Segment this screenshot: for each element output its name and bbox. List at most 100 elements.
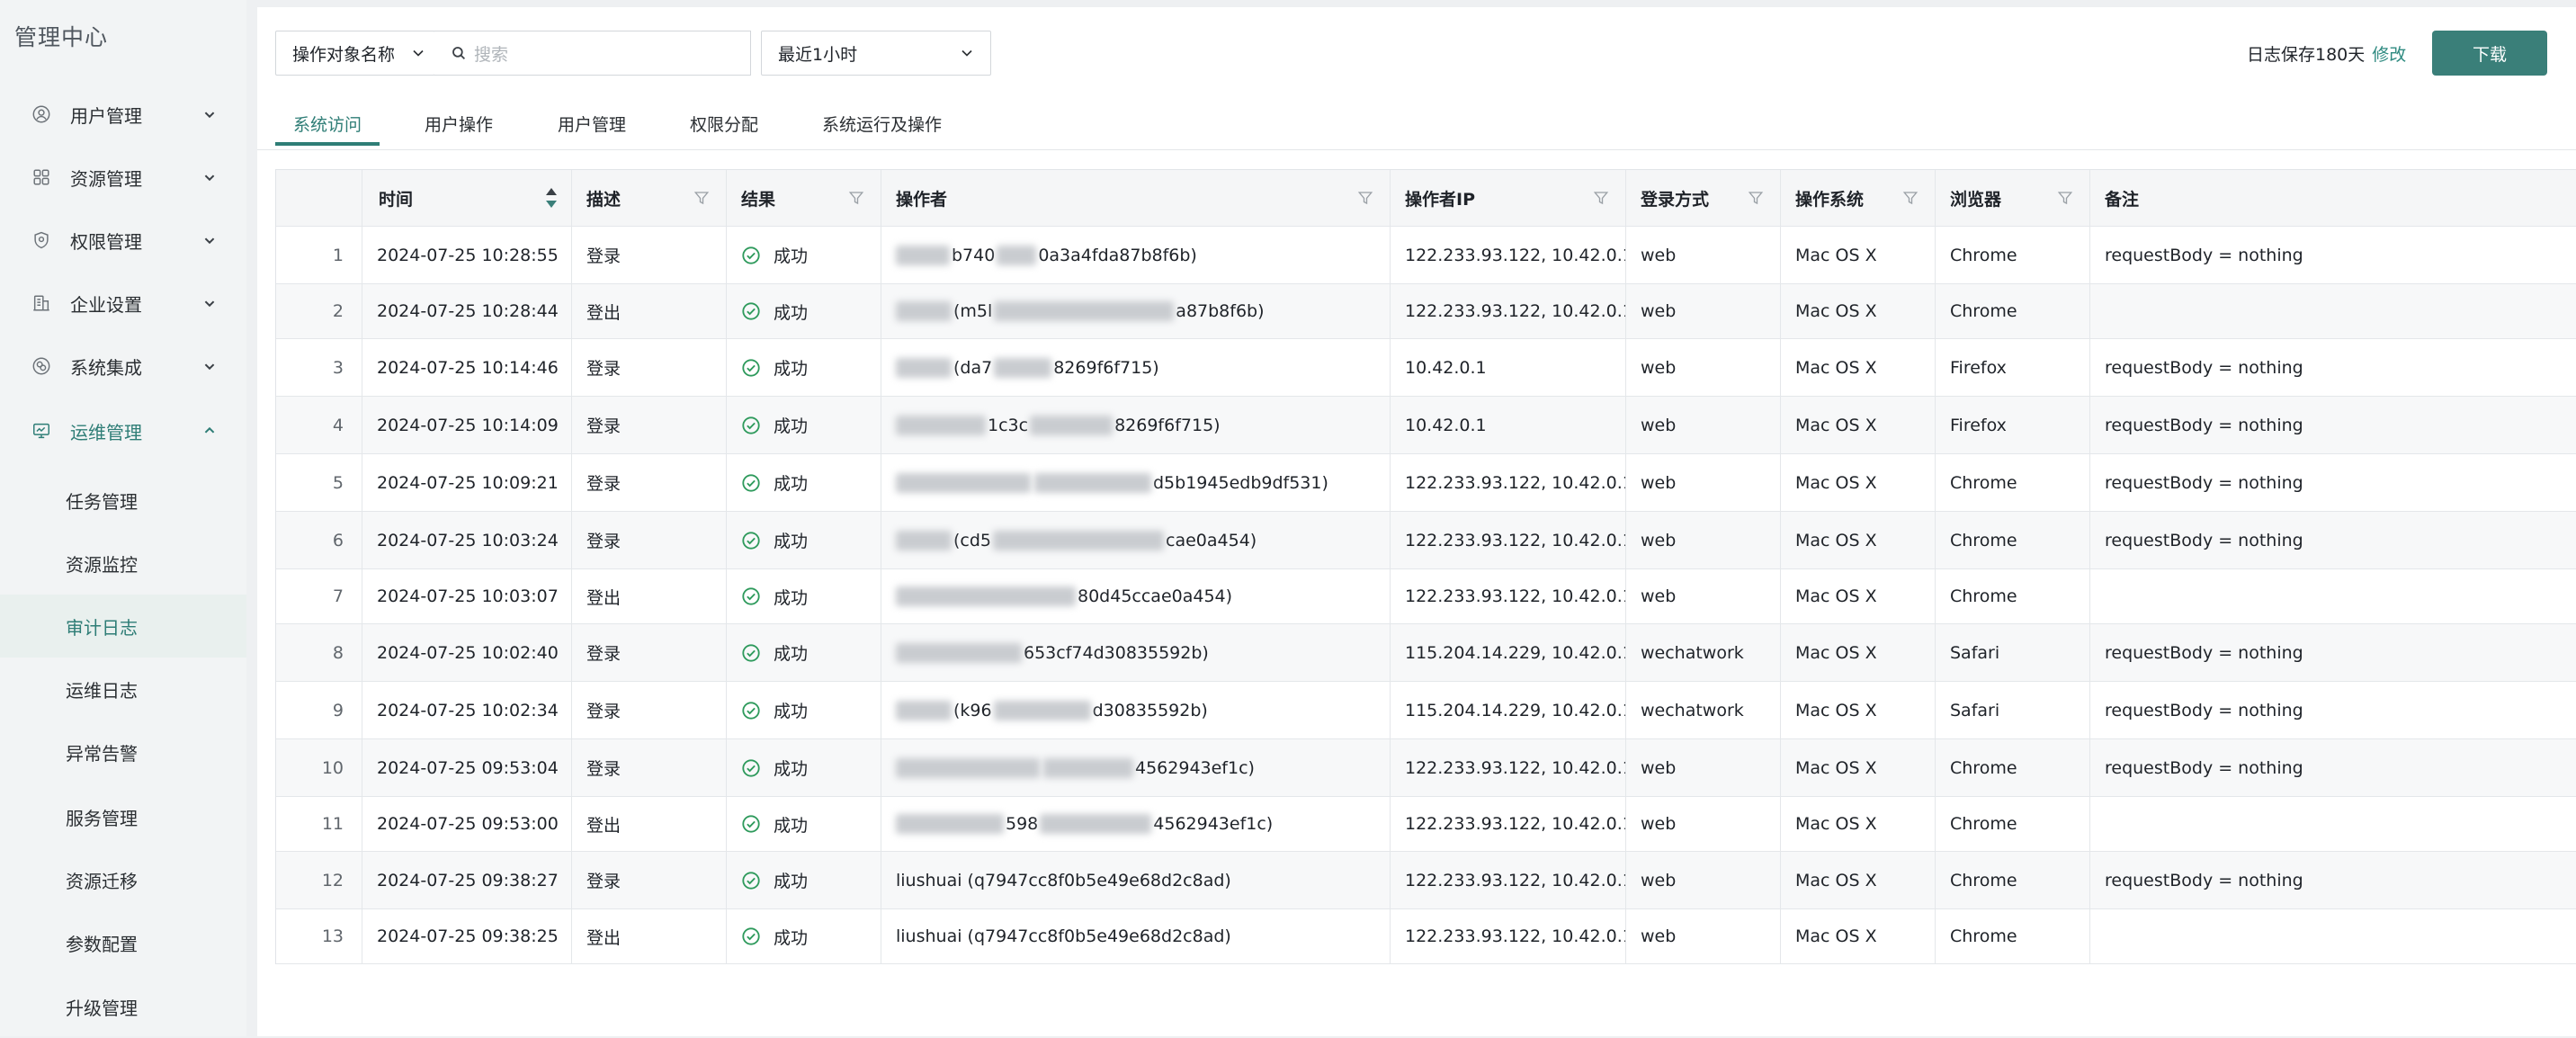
table-row[interactable]: 11 2024-07-25 09:53:00 登出 成功 598 4562943ef1c)… [276, 797, 2576, 852]
nav-sub-parameter-config[interactable]: 参数配置 [0, 911, 246, 974]
cell-operator-ip-text: 10.42.0.1 [1405, 415, 1487, 435]
nav-enterprise-settings[interactable]: 企业设置 [0, 272, 246, 335]
cell-desc-text: 登录 [586, 532, 622, 551]
cell-os-text: Mac OS X [1795, 301, 1877, 321]
cell-browser: Chrome [1936, 284, 2090, 338]
filter-icon[interactable] [1357, 190, 1373, 206]
nav-resource-management[interactable]: 资源管理 [0, 146, 246, 209]
cell-os: Mac OS X [1781, 739, 1936, 796]
retention-edit-link[interactable]: 修改 [2372, 45, 2406, 65]
nav-sub-resource-migration[interactable]: 资源迁移 [0, 848, 246, 911]
filter-icon[interactable] [693, 190, 710, 206]
header-browser[interactable]: 浏览器 [1936, 170, 2090, 226]
nav-sub-task-management[interactable]: 任务管理 [0, 469, 246, 532]
cell-operator: (cd5 cae0a454) [881, 512, 1391, 568]
table-row[interactable]: 2 2024-07-25 10:28:44 登出 成功 (m5l a87b8f6b) 122… [276, 284, 2576, 339]
cell-note [2090, 909, 2576, 963]
table-row[interactable]: 13 2024-07-25 09:38:25 登出 成功 liushuai (q7947… [276, 909, 2576, 964]
sort-icon[interactable] [544, 186, 559, 210]
header-result[interactable]: 结果 [727, 170, 881, 226]
brand-title: 管理中心 [14, 24, 109, 50]
nav-system-integration[interactable]: 系统集成 [0, 335, 246, 398]
nav-sub-audit-log[interactable]: 审计日志 [0, 595, 246, 658]
main-panel: 操作对象名称 搜索 最近1小时 日志保存180天 修改 下载 系统访问 用户操作 … [257, 7, 2576, 1036]
search-placeholder: 搜索 [474, 44, 509, 65]
cell-note-text: requestBody = nothing [2105, 415, 2303, 435]
cell-time: 2024-07-25 10:14:46 [362, 339, 572, 396]
redacted-mask [994, 357, 1052, 378]
cell-time: 2024-07-25 10:03:07 [362, 569, 572, 623]
header-os[interactable]: 操作系统 [1781, 170, 1936, 226]
table-row[interactable]: 8 2024-07-25 10:02:40 登录 成功 653cf74d30835592… [276, 624, 2576, 682]
cell-index-text: 5 [332, 472, 344, 493]
table-row[interactable]: 4 2024-07-25 10:14:09 登录 成功 1c3c 8269f6f715) 1… [276, 397, 2576, 454]
filter-icon[interactable] [848, 190, 864, 206]
cell-time: 2024-07-25 09:38:25 [362, 909, 572, 963]
result-text: 成功 [774, 359, 809, 379]
cell-desc-text: 登录 [586, 246, 622, 266]
table-row[interactable]: 6 2024-07-25 10:03:24 登录 成功 (cd5 cae0a454) 122… [276, 512, 2576, 569]
filter-icon[interactable] [1593, 190, 1609, 206]
table-row[interactable]: 1 2024-07-25 10:28:55 登录 成功 b740 0a3a4fda87b8… [276, 227, 2576, 284]
cell-desc: 登录 [572, 227, 727, 283]
cell-result: 成功 [727, 227, 881, 283]
cell-desc-text: 登出 [586, 927, 622, 948]
cell-os-text: Mac OS X [1795, 245, 1877, 265]
search-input[interactable]: 搜索 [434, 31, 751, 76]
cell-browser-text: Chrome [1950, 757, 2017, 778]
header-label: 操作者 [896, 189, 948, 210]
cell-time-text: 2024-07-25 09:38:27 [377, 870, 559, 890]
header-desc[interactable]: 描述 [572, 170, 727, 226]
table-row[interactable]: 3 2024-07-25 10:14:46 登录 成功 (da7 8269f6f715) 1… [276, 339, 2576, 397]
object-filter-select[interactable]: 操作对象名称 [275, 31, 435, 76]
result-text: 成功 [774, 474, 809, 494]
table-row[interactable]: 10 2024-07-25 09:53:04 登录 成功 4562943ef1c) 122… [276, 739, 2576, 797]
nav-ops-management[interactable]: 运维管理 [0, 399, 246, 462]
cell-login-method: web [1626, 739, 1781, 796]
header-time[interactable]: 时间 [362, 170, 572, 226]
nav-sub-resource-monitor[interactable]: 资源监控 [0, 532, 246, 595]
cell-index-text: 9 [332, 700, 344, 720]
time-range-select[interactable]: 最近1小时 [761, 31, 991, 76]
header-label: 操作者IP [1405, 189, 1475, 210]
filter-icon[interactable] [1902, 190, 1919, 206]
tab-system-runtime[interactable]: 系统运行及操作 [822, 112, 942, 136]
nav-user-management[interactable]: 用户管理 [0, 83, 246, 146]
table-row[interactable]: 12 2024-07-25 09:38:27 登录 成功 liushuai (q7947… [276, 852, 2576, 909]
header-operator-ip[interactable]: 操作者IP [1391, 170, 1626, 226]
cell-result: 成功 [727, 339, 881, 396]
cell-operator: 1c3c 8269f6f715) [881, 397, 1391, 453]
nav-sub-ops-log[interactable]: 运维日志 [0, 658, 246, 720]
cell-login-method: web [1626, 909, 1781, 963]
cell-note: requestBody = nothing [2090, 739, 2576, 796]
filter-icon[interactable] [2057, 190, 2073, 206]
cell-operator: (m5l a87b8f6b) [881, 284, 1391, 338]
success-check-icon [742, 701, 760, 720]
tab-user-operations[interactable]: 用户操作 [425, 112, 493, 136]
tab-user-management[interactable]: 用户管理 [558, 112, 626, 136]
audit-log-table: 时间 描述 结果 操作者 操作者IP 登录方式 操作系统 浏览器 备注 1 20… [275, 169, 2576, 964]
header-login-method[interactable]: 登录方式 [1626, 170, 1781, 226]
nav-label: 企业设置 [70, 293, 142, 316]
chevron-down-icon [204, 300, 215, 308]
download-button[interactable]: 下载 [2432, 31, 2547, 76]
cell-operator-ip: 115.204.14.229, 10.42.0.1 [1391, 682, 1626, 738]
tab-system-access[interactable]: 系统访问 [293, 112, 362, 136]
tab-permission-assignment[interactable]: 权限分配 [690, 112, 758, 136]
redacted-mask [1034, 472, 1151, 493]
cell-time: 2024-07-25 10:14:09 [362, 397, 572, 453]
cell-operator-ip: 122.233.93.122, 10.42.0.1 [1391, 797, 1626, 851]
table-row[interactable]: 7 2024-07-25 10:03:07 登出 成功 80d45ccae0a454) 1… [276, 569, 2576, 624]
cell-time-text: 2024-07-25 09:38:25 [377, 926, 559, 946]
table-row[interactable]: 9 2024-07-25 10:02:34 登录 成功 (k96 d30835592b) 1… [276, 682, 2576, 739]
filter-icon[interactable] [1748, 190, 1764, 206]
nav-sub-alerts[interactable]: 异常告警 [0, 720, 246, 783]
nav-sub-upgrade-management[interactable]: 升级管理 [0, 975, 246, 1038]
table-row[interactable]: 5 2024-07-25 10:09:21 登录 成功 d5b1945edb9df531… [276, 454, 2576, 512]
header-operator[interactable]: 操作者 [881, 170, 1391, 226]
nav-sub-service-management[interactable]: 服务管理 [0, 785, 246, 848]
nav-permission-management[interactable]: 权限管理 [0, 209, 246, 272]
cell-result: 成功 [727, 909, 881, 963]
cell-index: 11 [276, 797, 362, 851]
cell-time-text: 2024-07-25 10:28:55 [377, 245, 559, 265]
